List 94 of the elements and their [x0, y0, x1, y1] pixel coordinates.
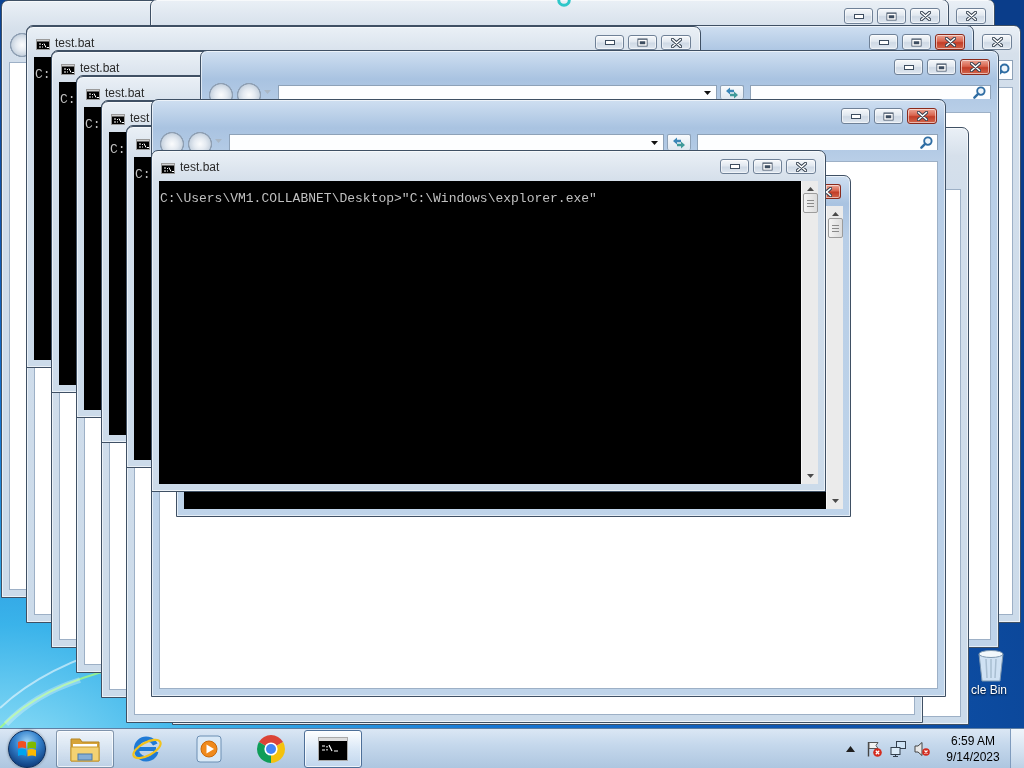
- scroll-up-icon[interactable]: [831, 212, 839, 216]
- close-button[interactable]: [661, 35, 691, 50]
- show-desktop-button[interactable]: [1010, 729, 1024, 768]
- close-button[interactable]: [907, 108, 937, 124]
- console-text: C:: [60, 92, 76, 108]
- close-icon[interactable]: [944, 37, 956, 47]
- maximize-icon[interactable]: [883, 111, 894, 121]
- search-field[interactable]: [697, 134, 938, 150]
- maximize-button[interactable]: [877, 8, 906, 24]
- maximize-icon[interactable]: [886, 11, 897, 21]
- console-icon: [86, 89, 100, 100]
- flag-error-icon[interactable]: [866, 740, 882, 757]
- minimize-icon[interactable]: [604, 40, 615, 45]
- search-icon[interactable]: [973, 86, 986, 99]
- close-button[interactable]: [826, 184, 841, 199]
- console-icon: [36, 39, 50, 50]
- network-icon[interactable]: [890, 740, 906, 757]
- maximize-button[interactable]: [902, 34, 931, 50]
- console-icon: [161, 163, 175, 174]
- caret-down-icon[interactable]: [651, 140, 658, 145]
- close-icon[interactable]: [919, 11, 931, 21]
- minimize-icon[interactable]: [903, 64, 914, 70]
- search-icon[interactable]: [920, 136, 933, 149]
- minimize-icon[interactable]: [853, 13, 864, 19]
- scrollbar[interactable]: [826, 206, 843, 509]
- window-title: test: [130, 111, 150, 125]
- maximize-icon[interactable]: [762, 162, 773, 171]
- close-button[interactable]: [786, 159, 816, 174]
- close-icon[interactable]: [991, 37, 1003, 47]
- recycle-bin-icon[interactable]: [975, 648, 1007, 682]
- caret-down-icon[interactable]: [704, 90, 711, 95]
- refresh-icon[interactable]: [725, 86, 739, 99]
- minimize-button[interactable]: [869, 34, 898, 50]
- refresh-button[interactable]: [667, 134, 691, 150]
- close-button[interactable]: [935, 34, 965, 50]
- minimize-button[interactable]: [841, 108, 870, 124]
- window-title: test.bat: [180, 160, 220, 174]
- e-orbit-icon[interactable]: [131, 733, 163, 764]
- maximize-icon[interactable]: [911, 37, 922, 47]
- close-button[interactable]: [982, 34, 1012, 50]
- clock-time[interactable]: 6:59 AM: [951, 732, 995, 749]
- address-field[interactable]: [229, 134, 664, 150]
- console-text: C:: [110, 142, 126, 158]
- search-field[interactable]: [750, 85, 991, 99]
- console-icon: [136, 139, 150, 150]
- maximize-button[interactable]: [874, 108, 903, 124]
- close-icon[interactable]: [795, 161, 807, 172]
- scrollbar[interactable]: [801, 181, 818, 484]
- desktop-icon-label[interactable]: cle Bin: [971, 683, 1008, 697]
- play-tile-icon[interactable]: [196, 734, 222, 763]
- address-field[interactable]: [278, 85, 717, 99]
- scrollbar-thumb[interactable]: [827, 218, 843, 238]
- segmented-circle-icon[interactable]: [256, 733, 286, 764]
- minimize-icon[interactable]: [729, 164, 740, 169]
- folder-icon[interactable]: [70, 735, 100, 762]
- close-button[interactable]: [960, 59, 990, 75]
- caret-up-icon[interactable]: [846, 745, 855, 752]
- scroll-down-icon[interactable]: [831, 499, 839, 503]
- clock-date[interactable]: 9/14/2023: [946, 748, 1000, 765]
- close-button[interactable]: [910, 8, 940, 24]
- console-text: C:: [85, 117, 101, 133]
- console-text: C:\Users\VM1.COLLABNET\Desktop>"C:\Windows\explorer.exe": [160, 191, 597, 207]
- scroll-down-icon[interactable]: [806, 474, 814, 478]
- maximize-icon[interactable]: [936, 62, 947, 72]
- window-title: test.bat: [80, 61, 120, 75]
- close-icon[interactable]: [670, 37, 682, 48]
- refresh-button[interactable]: [720, 85, 744, 99]
- console-text: C:: [35, 67, 51, 83]
- scroll-up-icon[interactable]: [806, 187, 814, 191]
- maximize-button[interactable]: [628, 35, 657, 50]
- refresh-icon[interactable]: [672, 136, 686, 149]
- console-icon[interactable]: [318, 736, 348, 761]
- minimize-button[interactable]: [894, 59, 923, 75]
- window-title: test.bat: [105, 86, 145, 100]
- close-icon[interactable]: [969, 62, 981, 72]
- console-text: C:: [135, 167, 151, 183]
- maximize-button[interactable]: [927, 59, 956, 75]
- minimize-button[interactable]: [720, 159, 749, 174]
- scrollbar-thumb[interactable]: [802, 193, 818, 213]
- maximize-button[interactable]: [753, 159, 782, 174]
- close-icon[interactable]: [916, 111, 928, 121]
- console-icon: [61, 64, 75, 75]
- console-icon: [111, 114, 125, 125]
- speaker-muted-icon[interactable]: [914, 740, 930, 757]
- minimize-button[interactable]: [595, 35, 624, 50]
- minimize-button[interactable]: [844, 8, 873, 24]
- taskbar-button[interactable]: [304, 729, 362, 768]
- close-button[interactable]: [956, 8, 986, 24]
- close-icon[interactable]: [965, 11, 977, 21]
- window-title: test.bat: [55, 36, 95, 50]
- maximize-icon[interactable]: [637, 38, 648, 47]
- minimize-icon[interactable]: [850, 113, 861, 119]
- start-button[interactable]: [8, 729, 46, 768]
- minimize-icon[interactable]: [878, 39, 889, 45]
